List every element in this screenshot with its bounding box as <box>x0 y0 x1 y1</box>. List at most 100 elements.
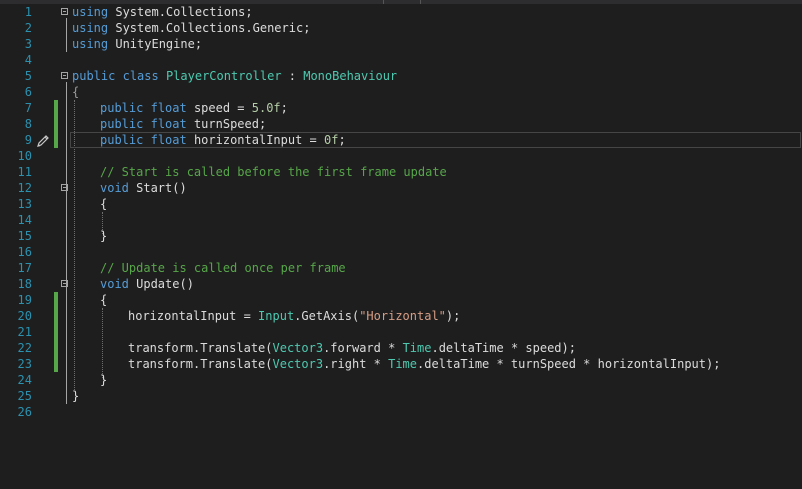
code-token: ; <box>280 101 288 115</box>
code-token: speed = <box>186 101 252 115</box>
code-token: 5.0f <box>251 101 281 115</box>
line-number: 12 <box>17 181 32 195</box>
line-number: 17 <box>17 261 32 275</box>
fold-toggle-icon[interactable] <box>61 72 68 79</box>
code-line[interactable]: 15} <box>0 228 802 244</box>
code-text[interactable]: { <box>100 196 107 212</box>
code-token: transform.Translate( <box>128 357 273 371</box>
code-line[interactable]: 25} <box>0 388 802 404</box>
line-number: 23 <box>17 357 32 371</box>
code-text[interactable]: using System.Collections; <box>72 4 253 20</box>
code-token: Time <box>402 341 432 355</box>
line-number: 5 <box>24 69 32 83</box>
code-text[interactable]: public float turnSpeed; <box>100 116 266 132</box>
code-token: { <box>72 85 80 99</box>
code-text[interactable]: transform.Translate(Vector3.forward * Ti… <box>128 340 576 356</box>
code-text[interactable]: // Start is called before the first fram… <box>100 164 447 180</box>
line-number: 9 <box>24 133 32 147</box>
code-line[interactable]: 22 transform.Translate(Vector3.forward * … <box>0 340 802 356</box>
code-line[interactable]: 18 void Update() <box>0 276 802 292</box>
code-text[interactable]: } <box>100 228 107 244</box>
code-token: // Start is called before the first fram… <box>100 165 447 179</box>
code-text[interactable]: horizontalInput = Input.GetAxis("Horizon… <box>128 308 460 324</box>
code-line[interactable]: 26 <box>0 404 802 420</box>
code-line[interactable]: 1 using System.Collections; <box>0 4 802 20</box>
code-line[interactable]: 7 public float speed = 5.0f; <box>0 100 802 116</box>
code-token: using <box>72 21 109 35</box>
line-number: 1 <box>24 5 32 19</box>
code-line[interactable]: 8 public float turnSpeed; <box>0 116 802 132</box>
code-text[interactable]: transform.Translate(Vector3.right * Time… <box>128 356 720 372</box>
code-text[interactable]: public float speed = 5.0f; <box>100 100 288 116</box>
code-token: public <box>100 117 144 131</box>
code-line[interactable]: 16 <box>0 244 802 260</box>
code-text[interactable]: // Update is called once per frame <box>100 260 346 276</box>
fold-toggle-icon[interactable] <box>61 184 68 191</box>
code-token: : <box>281 69 304 83</box>
code-token: System.Collections; <box>108 5 253 19</box>
code-token: // Update is called once per frame <box>100 261 346 275</box>
code-text[interactable]: public class PlayerController : MonoBeha… <box>72 68 397 84</box>
line-number: 16 <box>17 245 32 259</box>
code-line[interactable]: 20 horizontalInput = Input.GetAxis("Horiz… <box>0 308 802 324</box>
fold-toggle-icon[interactable] <box>61 8 68 15</box>
code-token: MonoBehaviour <box>303 69 398 83</box>
code-line[interactable]: 19 { <box>0 292 802 308</box>
code-line[interactable]: 10 <box>0 148 802 164</box>
code-text[interactable]: } <box>72 388 79 404</box>
code-text[interactable]: using UnityEngine; <box>72 36 202 52</box>
line-number: 11 <box>17 165 32 179</box>
code-line[interactable]: 12 void Start() <box>0 180 802 196</box>
code-token: float <box>150 101 187 115</box>
code-token: } <box>100 229 108 243</box>
line-number: 13 <box>17 197 32 211</box>
code-line[interactable]: 23 transform.Translate(Vector3.right * Ti… <box>0 356 802 372</box>
code-line[interactable]: 17 // Update is called once per frame <box>0 260 802 276</box>
code-token: } <box>100 373 108 387</box>
code-text[interactable]: { <box>100 292 107 308</box>
code-text[interactable]: { <box>72 84 79 100</box>
code-line[interactable]: 14 <box>0 212 802 228</box>
code-token: Vector3 <box>272 341 324 355</box>
code-line[interactable]: 2 using System.Collections.Generic; <box>0 20 802 36</box>
code-line[interactable]: 21 <box>0 324 802 340</box>
code-token: Start() <box>128 181 187 195</box>
code-line[interactable]: 9 public float horizontalInput = 0f; <box>0 132 802 148</box>
code-token: transform.Translate( <box>128 341 273 355</box>
code-token: System.Collections.Generic; <box>108 21 311 35</box>
code-token: } <box>72 389 80 403</box>
code-text[interactable]: } <box>100 372 107 388</box>
line-number: 20 <box>17 309 32 323</box>
code-text[interactable]: void Update() <box>100 276 194 292</box>
line-number: 4 <box>24 53 32 67</box>
code-editor[interactable]: 1 using System.Collections; 2 using System.… <box>0 0 802 489</box>
code-token: horizontalInput = <box>186 133 324 147</box>
code-token: void <box>100 181 129 195</box>
code-line[interactable]: 13 { <box>0 196 802 212</box>
line-number: 22 <box>17 341 32 355</box>
code-line[interactable]: 6{ <box>0 84 802 100</box>
code-token: float <box>150 117 187 131</box>
line-number: 6 <box>24 85 32 99</box>
code-line[interactable]: 4 <box>0 52 802 68</box>
fold-toggle-icon[interactable] <box>61 280 68 287</box>
line-number: 3 <box>24 37 32 51</box>
code-token: Update() <box>128 277 194 291</box>
code-token: UnityEngine; <box>108 37 203 51</box>
pencil-edit-icon[interactable] <box>35 133 51 149</box>
code-token: { <box>100 197 108 211</box>
code-text[interactable]: void Start() <box>100 180 187 196</box>
code-text[interactable]: using System.Collections.Generic; <box>72 20 310 36</box>
code-token: ; <box>338 133 346 147</box>
code-token: Time <box>388 357 418 371</box>
code-token: .right * <box>323 357 389 371</box>
line-number: 21 <box>17 325 32 339</box>
code-line[interactable]: 24} <box>0 372 802 388</box>
code-line[interactable]: 11 // Start is called before the first fr… <box>0 164 802 180</box>
line-number: 15 <box>17 229 32 243</box>
code-token: "Horizontal" <box>359 309 446 323</box>
code-line[interactable]: 3 using UnityEngine; <box>0 36 802 52</box>
code-line[interactable]: 5 public class PlayerController : MonoBeh… <box>0 68 802 84</box>
code-text[interactable]: public float horizontalInput = 0f; <box>100 132 346 148</box>
